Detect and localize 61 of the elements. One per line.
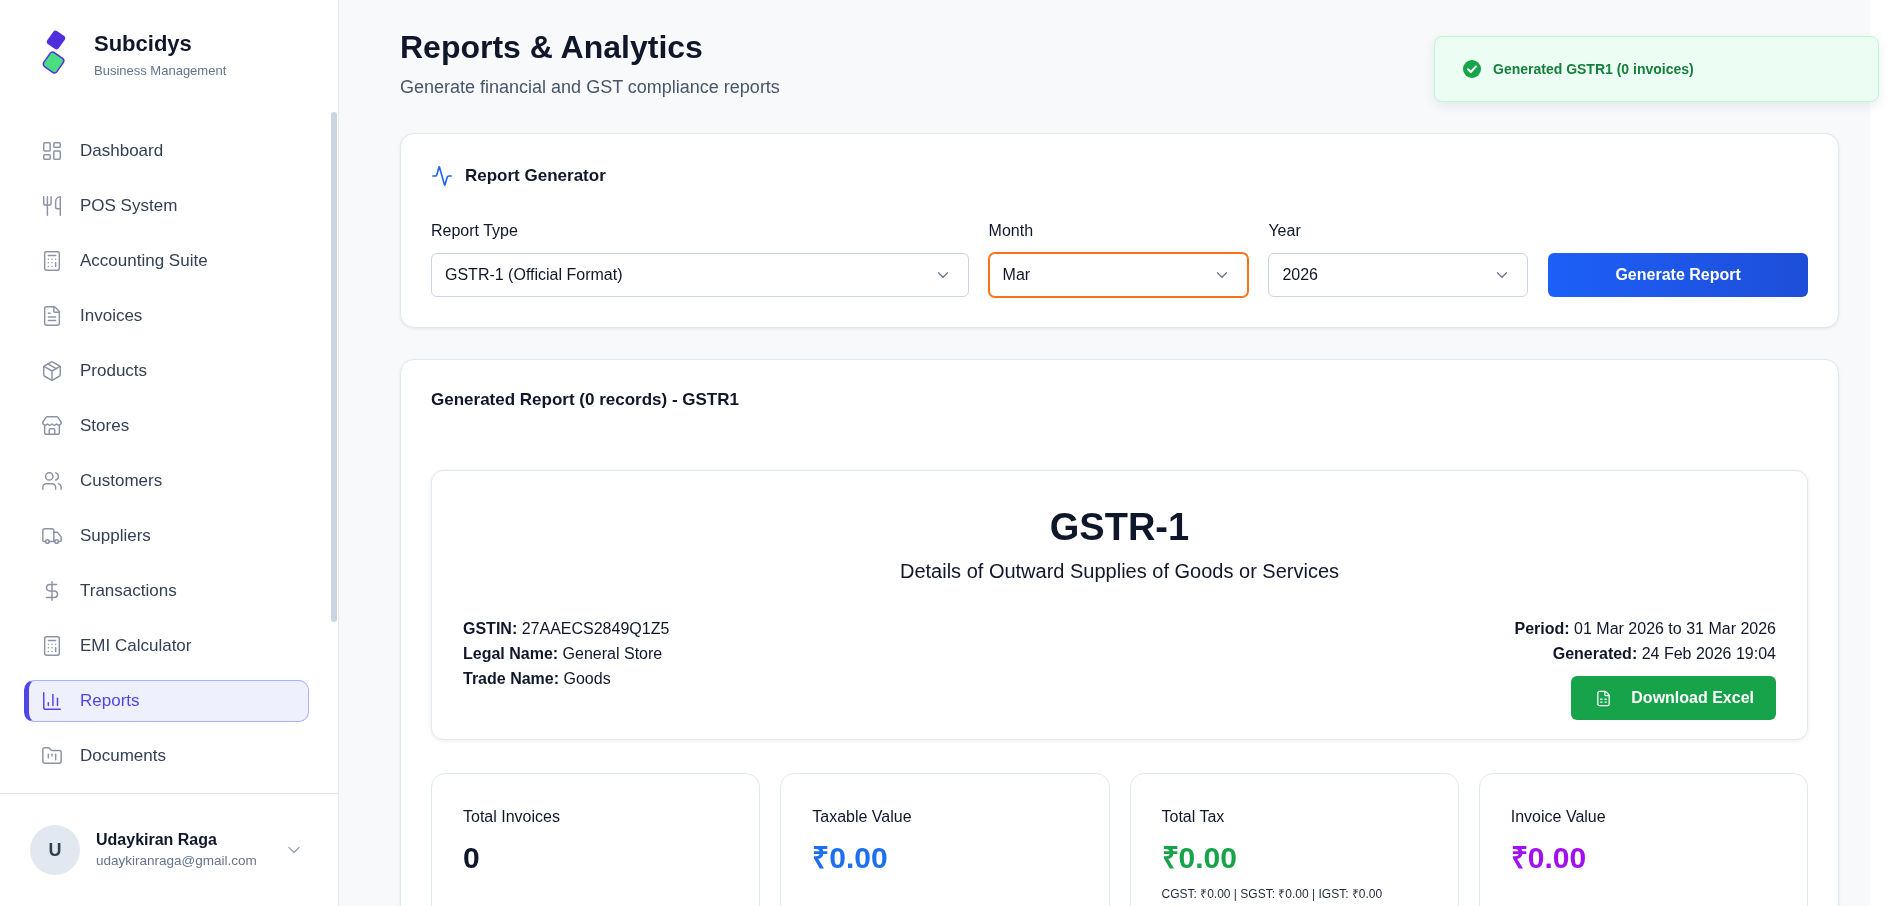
generate-button[interactable]: Generate Report [1548,253,1808,297]
box-icon [41,360,63,382]
detail-line: Legal Name: General Store [463,644,663,664]
store-icon [41,415,63,437]
user-email: udaykiranraga@gmail.com [96,852,258,870]
calculator-icon [41,250,63,272]
select-field[interactable]: Mar [988,253,1249,297]
brand-name: Subcidys [94,31,193,57]
bar-chart-icon [41,690,63,712]
stat-note: CGST: ₹0.00 | SGST: ₹0.00 | IGST: ₹0.00 [1161,886,1383,902]
user-avatar: U [30,825,80,875]
spreadsheet-icon [1595,689,1613,707]
card-title: Generated Report (0 records) - GSTR1 [431,390,740,410]
select-field[interactable]: GSTR-1 (Official Format) [431,253,969,297]
people-icon [41,470,63,492]
stat-label: Taxable Value [812,807,912,827]
nav-item[interactable]: EMI Calculator [24,625,309,667]
stat-value: ₹0.00 [1161,840,1237,876]
card-title: Report Generator [465,166,606,186]
check-circle-icon [1463,60,1481,78]
folder-icon [41,745,63,767]
field-label: Report Type [431,221,519,241]
page-subtitle: Generate financial and GST compliance reports [400,76,781,99]
nav-item[interactable]: Customers [24,460,309,502]
nav-item[interactable]: Documents [24,735,309,777]
stat-value: 0 [463,840,480,876]
calculator-icon [41,635,63,657]
detail-line: GSTIN: 27AAECS2849Q1Z5 [463,619,670,639]
detail-line: Trade Name: Goods [463,669,611,689]
toast-message: Generated GSTR1 (0 invoices) [1493,61,1694,77]
logo-icon [41,30,68,77]
stat-value: ₹0.00 [812,840,888,876]
field-label: Year [1268,221,1302,241]
nav-item[interactable]: Suppliers [24,515,309,557]
nav-item[interactable]: Transactions [24,570,309,612]
select-field[interactable]: 2026 [1268,253,1529,297]
detail-line: Generated: 24 Feb 2026 19:04 [1552,644,1776,664]
page-title: Reports & Analytics [400,28,704,66]
nav-item[interactable]: Reports [24,680,309,722]
brand-tagline: Business Management [94,62,227,80]
scrollbar-thumb[interactable] [331,112,337,622]
fork-knife-icon [41,195,63,217]
detail-line: Period: 01 Mar 2026 to 31 Mar 2026 [1514,619,1776,639]
nav-item[interactable]: Accounting Suite [24,240,309,282]
truck-icon [41,525,63,547]
document-icon [41,305,63,327]
nav-item[interactable]: Stores [24,405,309,447]
grid-icon [41,140,63,162]
stat-label: Invoice Value [1510,807,1606,827]
nav-item[interactable]: Invoices [24,295,309,337]
stat-label: Total Tax [1161,807,1225,827]
nav-item[interactable]: POS System [24,185,309,227]
report-subtitle: Details of Outward Supplies of Goods or Services [898,559,1341,584]
field-label: Month [988,221,1035,241]
user-name: Udaykiran Raga [96,830,218,850]
report-title: GSTR-1 [1048,505,1191,549]
nav-item[interactable]: Dashboard [24,130,309,172]
nav-item[interactable]: Products [24,350,309,392]
stat-label: Total Invoices [463,807,560,827]
stat-value: ₹0.00 [1510,840,1587,876]
pulse-icon [431,165,453,187]
